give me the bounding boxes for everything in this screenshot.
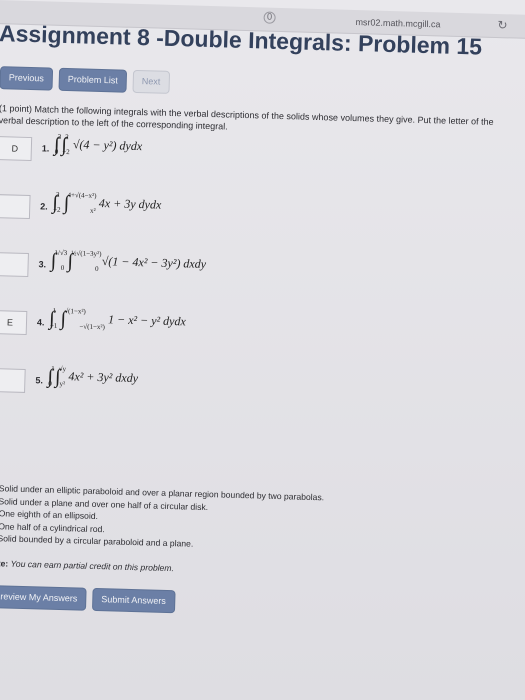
- upper-limit: √y: [58, 364, 67, 374]
- browser-screen: 0 msr02.math.mcgill.ca ↻ Assignment 8 -D…: [0, 0, 525, 700]
- lower-limit: −1: [49, 321, 58, 330]
- next-button[interactable]: Next: [132, 69, 170, 94]
- lower-limit: −2: [53, 205, 61, 214]
- lower-limit: 0: [94, 264, 99, 273]
- integrand: 4x² + 3y² dxdy: [68, 369, 139, 386]
- integral-expression: ∫1/√30 ∫½√(1−3y²)0 √(1 − 4x² − 3y²) dxdy: [50, 248, 207, 273]
- upper-limit: 2: [57, 132, 62, 141]
- preview-answers-button[interactable]: Preview My Answers: [0, 584, 87, 611]
- item-number: 1.: [41, 143, 50, 154]
- integral-expression: ∫2−2 ∫4+√(4−x²)x² 4x + 3y dydx: [52, 190, 162, 215]
- upper-limit: 2: [65, 132, 69, 142]
- lower-limit: −2: [62, 147, 70, 157]
- answer-field[interactable]: [0, 252, 29, 278]
- upper-limit: ½√(1−3y²): [71, 249, 102, 259]
- upper-limit: 2: [55, 190, 60, 199]
- previous-button[interactable]: Previous: [0, 66, 54, 91]
- submit-answers-button[interactable]: Submit Answers: [92, 587, 176, 614]
- upper-limit: 1/√3: [54, 248, 68, 258]
- address-bar[interactable]: msr02.math.mcgill.ca: [355, 17, 440, 29]
- lower-limit: −√(1−x²): [79, 322, 106, 332]
- integral-row: 3. ∫1/√30 ∫½√(1−3y²)0 √(1 − 4x² − 3y²) d…: [0, 248, 515, 293]
- answer-actions: Preview My Answers Submit Answers: [0, 584, 176, 614]
- reload-icon[interactable]: ↻: [495, 18, 509, 32]
- problem-nav: Previous Problem List Next: [0, 66, 170, 94]
- item-number: 2.: [40, 201, 48, 212]
- integrand: √(4 − y²) dydx: [72, 137, 143, 154]
- integral-row: E 4. ∫1−1 ∫√(1−x²)−√(1−x²) 1 − x² − y² d…: [0, 306, 513, 351]
- answer-field[interactable]: E: [0, 310, 28, 335]
- upper-limit: 1: [52, 306, 57, 315]
- lower-limit: 0: [60, 263, 65, 273]
- integrand: 4x + 3y dydx: [98, 195, 162, 212]
- descriptions-list: A. Solid under an elliptic paraboloid an…: [0, 482, 498, 559]
- integral-row: D 1. ∫20 ∫2−2 √(4 − y²) dydx: [0, 132, 518, 177]
- item-number: 3.: [38, 259, 47, 270]
- integral-expression: ∫1−1 ∫√(1−x²)−√(1−x²) 1 − x² − y² dydx: [48, 306, 186, 332]
- note-label: Note:: [0, 557, 9, 569]
- integral-expression: ∫10 ∫√yy² 4x² + 3y² dxdy: [47, 364, 139, 389]
- photo-stage: 0 msr02.math.mcgill.ca ↻ Assignment 8 -D…: [0, 0, 525, 700]
- upper-limit: 1: [51, 364, 55, 373]
- answer-field[interactable]: [0, 194, 31, 220]
- tab-indicator[interactable]: 0: [263, 11, 276, 24]
- lower-limit: x²: [89, 206, 96, 215]
- integrand: √(1 − 4x² − 3y²) dxdy: [101, 254, 207, 271]
- upper-limit: 4+√(4−x²): [67, 191, 97, 200]
- integral-row: 2. ∫2−2 ∫4+√(4−x²)x² 4x + 3y dydx: [0, 190, 516, 235]
- answer-field[interactable]: [0, 368, 26, 393]
- integrand: 1 − x² − y² dydx: [107, 312, 186, 329]
- answer-field[interactable]: D: [0, 136, 33, 162]
- upper-limit: √(1−x²): [64, 307, 86, 316]
- item-number: 5.: [35, 375, 44, 386]
- problem-list-button[interactable]: Problem List: [58, 67, 128, 93]
- note-text: You can earn partial credit on this prob…: [10, 558, 175, 574]
- integral-expression: ∫20 ∫2−2 √(4 − y²) dydx: [53, 132, 143, 157]
- lower-limit: y²: [59, 379, 66, 389]
- item-number: 4.: [36, 317, 45, 328]
- partial-credit-note: Note: You can earn partial credit on thi…: [0, 558, 174, 573]
- integral-row: 5. ∫10 ∫√yy² 4x² + 3y² dxdy: [0, 364, 512, 409]
